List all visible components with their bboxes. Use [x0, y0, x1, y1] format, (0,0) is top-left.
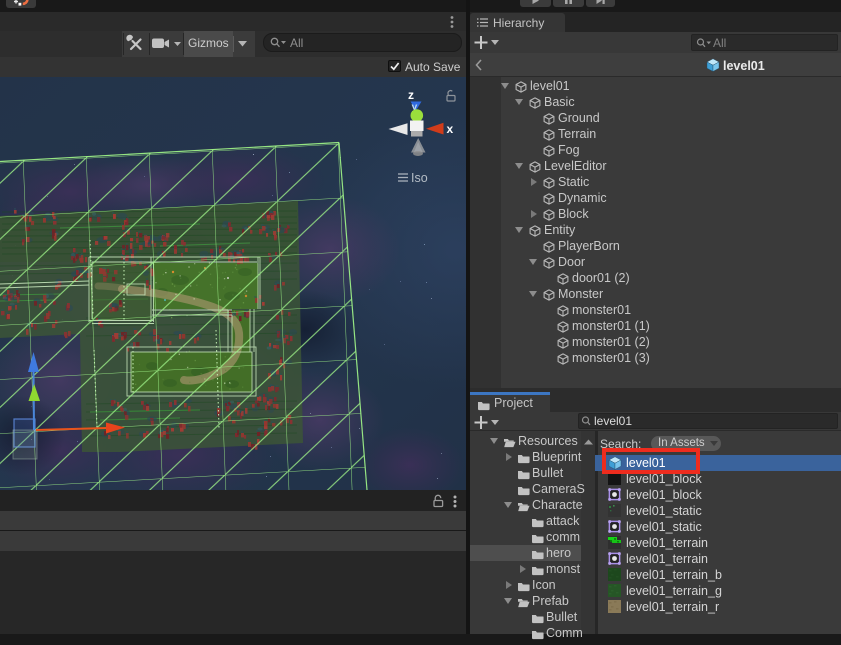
- svg-text:z: z: [408, 88, 414, 102]
- svg-text:x: x: [447, 122, 454, 136]
- svg-text:Iso: Iso: [411, 171, 428, 185]
